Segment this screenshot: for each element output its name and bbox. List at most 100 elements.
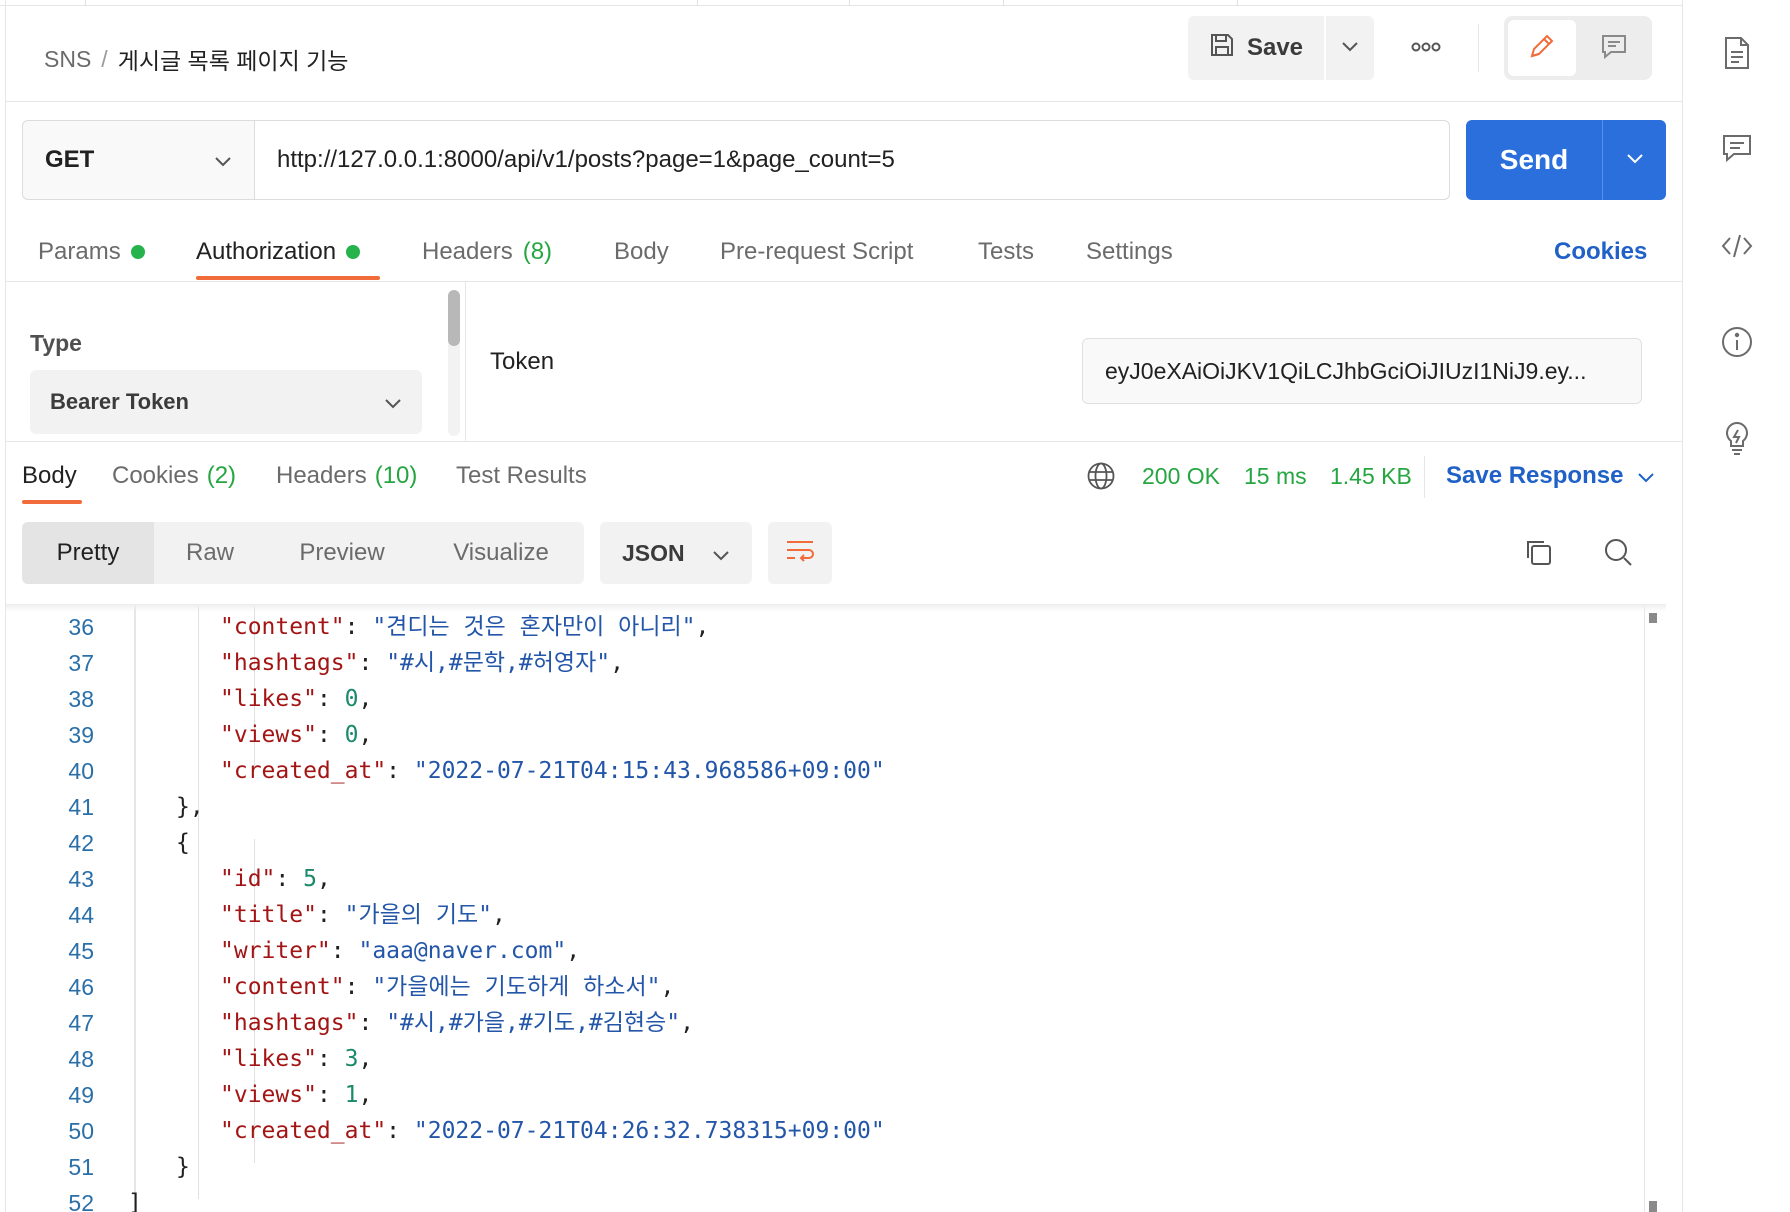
tab-pre-request-script[interactable]: Pre-request Script: [720, 234, 913, 270]
json-separator: ,: [610, 650, 624, 676]
line-number: 46: [68, 974, 94, 1000]
response-tab-headers[interactable]: Headers (10): [276, 458, 417, 494]
token-input[interactable]: eyJ0eXAiOiJKV1QiLCJhbGciOiJIUzI1NiJ9.ey.…: [1082, 338, 1642, 404]
json-separator: :: [344, 974, 373, 1000]
response-meta-divider: [1424, 456, 1425, 498]
response-format-select[interactable]: JSON: [600, 522, 752, 584]
code-line: 47 "hashtags": "#시,#가을,#기도,#김현승",: [6, 1005, 1646, 1041]
tab-params[interactable]: Params: [38, 234, 145, 270]
code-snippet-icon[interactable]: [1717, 226, 1757, 266]
code-text: "views": 1,: [220, 1077, 372, 1113]
more-options-button[interactable]: [1406, 36, 1446, 60]
response-time[interactable]: 15 ms: [1244, 458, 1307, 494]
save-response-button[interactable]: Save Response: [1446, 458, 1655, 494]
code-text: {: [176, 825, 190, 861]
json-separator: ,: [316, 866, 331, 892]
line-number: 41: [68, 794, 94, 820]
response-active-tab-indicator: [22, 500, 82, 504]
send-options-button[interactable]: [1602, 120, 1666, 200]
json-value: 0: [344, 722, 359, 748]
scrollbar-thumb[interactable]: [1649, 1201, 1657, 1212]
view-visualize-button[interactable]: Visualize: [418, 522, 584, 584]
json-value: 1: [344, 1082, 359, 1108]
tab-settings[interactable]: Settings: [1086, 234, 1173, 270]
line-number: 49: [68, 1082, 94, 1108]
line-number: 48: [68, 1046, 94, 1072]
json-punctuation: {: [176, 830, 190, 856]
authorization-active-dot: [346, 245, 361, 259]
save-icon: [1209, 32, 1235, 65]
json-separator: ,: [680, 1010, 694, 1036]
code-text: "hashtags": "#시,#문학,#허영자",: [220, 645, 624, 681]
line-number: 45: [68, 938, 94, 964]
code-text: "likes": 3,: [220, 1041, 372, 1077]
tab-authorization[interactable]: Authorization: [196, 234, 361, 270]
code-line: 46 "content": "가을에는 기도하게 하소서",: [6, 969, 1646, 1005]
json-key: "likes": [220, 1046, 317, 1072]
auth-type-value: Bearer Token: [50, 389, 189, 414]
info-icon[interactable]: [1717, 322, 1757, 362]
copy-response-button[interactable]: [1518, 534, 1558, 574]
tab-headers[interactable]: Headers (8): [422, 234, 552, 270]
response-tab-body[interactable]: Body: [22, 458, 77, 494]
comment-mode-button[interactable]: [1580, 20, 1648, 76]
url-input[interactable]: [255, 121, 1449, 199]
method-select[interactable]: GET: [23, 121, 255, 199]
save-button-group: Save: [1188, 16, 1374, 80]
save-options-button[interactable]: [1324, 16, 1374, 80]
code-scrollbar[interactable]: [1644, 605, 1660, 1212]
chevron-down-icon: [1626, 151, 1644, 169]
json-separator: :: [358, 1010, 387, 1036]
code-text: "hashtags": "#시,#가을,#기도,#김현승",: [220, 1005, 694, 1041]
breadcrumb-collection[interactable]: SNS: [44, 46, 91, 73]
network-globe-icon[interactable]: [1086, 458, 1116, 494]
response-tabs: Body Cookies (2) Headers (10) Test Resul…: [6, 442, 1682, 512]
wrap-lines-button[interactable]: [768, 522, 832, 584]
search-icon: [1603, 537, 1633, 572]
response-size[interactable]: 1.45 KB: [1330, 458, 1412, 494]
response-body-viewer[interactable]: 36 "content": "견디는 것은 혼자만이 아니리", 37 "hashta…: [6, 604, 1666, 1212]
send-button[interactable]: Send: [1466, 120, 1602, 200]
tab-tests[interactable]: Tests: [978, 234, 1034, 270]
send-button-group: Send: [1466, 120, 1666, 200]
tab-body[interactable]: Body: [614, 234, 669, 270]
json-separator: :: [316, 1082, 345, 1108]
comments-icon[interactable]: [1717, 128, 1757, 168]
search-response-button[interactable]: [1598, 534, 1638, 574]
json-separator: ,: [491, 902, 506, 928]
json-separator: :: [275, 866, 304, 892]
json-separator: :: [386, 1118, 414, 1144]
request-name[interactable]: 게시글 목록 페이지 기능: [118, 42, 349, 76]
lightbulb-icon[interactable]: [1717, 418, 1757, 458]
response-tab-test-results[interactable]: Test Results: [456, 458, 587, 494]
cookies-link[interactable]: Cookies: [1554, 234, 1647, 270]
view-raw-button[interactable]: Raw: [154, 522, 266, 584]
response-status[interactable]: 200 OK: [1142, 458, 1220, 494]
line-number: 38: [68, 686, 94, 712]
json-key: "likes": [220, 686, 317, 712]
json-separator: :: [316, 722, 345, 748]
save-button[interactable]: Save: [1188, 16, 1324, 80]
view-pretty-button[interactable]: Pretty: [22, 522, 154, 584]
json-value: 3: [344, 1046, 359, 1072]
auth-type-select[interactable]: Bearer Token: [30, 370, 422, 434]
response-tab-test-results-label: Test Results: [456, 462, 587, 489]
pencil-icon: [1527, 31, 1557, 66]
right-sidebar: [1682, 0, 1790, 1212]
edit-mode-button[interactable]: [1508, 20, 1576, 76]
tab-settings-label: Settings: [1086, 238, 1173, 265]
view-preview-button[interactable]: Preview: [266, 522, 418, 584]
method-label: GET: [45, 146, 95, 173]
response-tab-cookies[interactable]: Cookies (2): [112, 458, 236, 494]
code-text: "likes": 0,: [220, 681, 372, 717]
scrollbar-thumb[interactable]: [448, 290, 460, 346]
auth-pane-scrollbar[interactable]: [448, 290, 460, 436]
documentation-icon[interactable]: [1717, 33, 1757, 73]
code-line: 40 "created_at": "2022-07-21T04:15:43.968…: [6, 753, 1646, 789]
code-line: 50 "created_at": "2022-07-21T04:26:32.738…: [6, 1113, 1646, 1149]
scrollbar-thumb[interactable]: [1649, 613, 1657, 623]
json-value: "#시,#가을,#기도,#김현승": [386, 1010, 681, 1036]
json-key: "title": [220, 902, 317, 928]
code-text: "title": "가을의 기도",: [220, 897, 506, 933]
json-value: 0: [344, 686, 359, 712]
